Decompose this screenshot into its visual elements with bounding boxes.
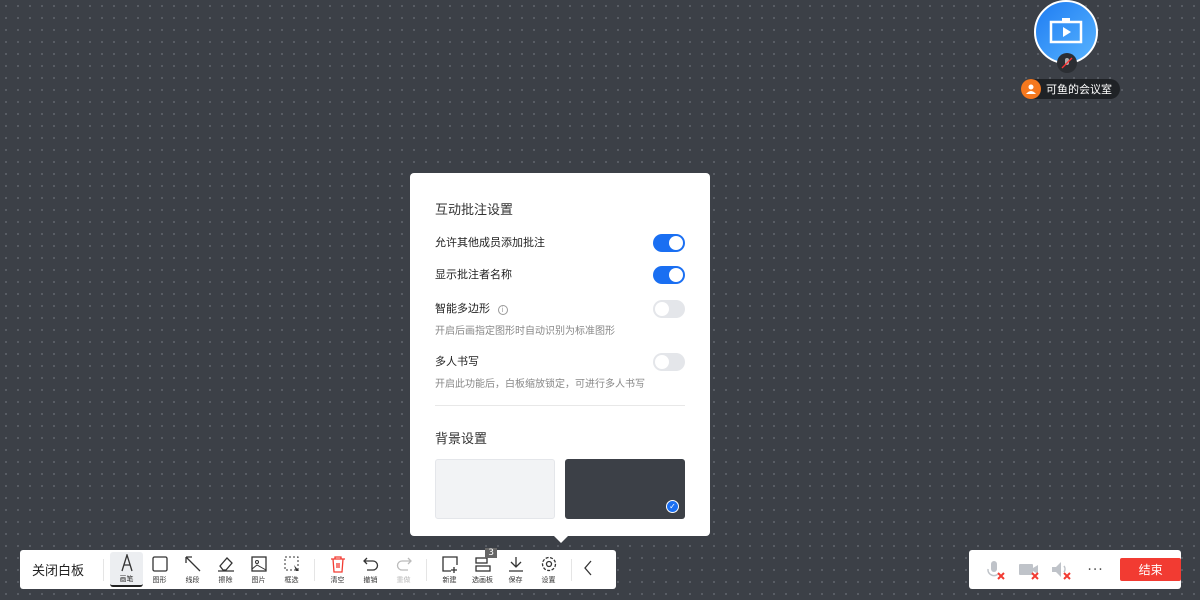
- multi-writing-toggle[interactable]: [653, 353, 685, 371]
- camera-off-icon: [1017, 560, 1041, 580]
- background-title: 背景设置: [435, 428, 685, 447]
- tool-label: 图片: [252, 575, 266, 585]
- mic-off-icon: [985, 560, 1007, 580]
- undo-button[interactable]: 撤销: [354, 552, 387, 587]
- whiteboard-toolbar: 关闭白板 画笔 图形 线段 擦除 图片 框选 清空 撤销 重做 新建 选画板3 …: [20, 550, 616, 589]
- pen-tool[interactable]: 画笔: [110, 552, 143, 587]
- collapse-toolbar-button[interactable]: [578, 560, 598, 580]
- arrow-icon: [184, 555, 202, 573]
- tool-label: 新建: [443, 575, 457, 585]
- square-icon: [151, 555, 169, 573]
- speaker-button[interactable]: [1046, 560, 1079, 580]
- pen-icon: [118, 554, 136, 572]
- gear-icon: [540, 555, 558, 573]
- line-tool[interactable]: 线段: [176, 552, 209, 587]
- end-meeting-button[interactable]: 结束: [1120, 558, 1181, 581]
- divider: [435, 405, 685, 406]
- eraser-icon: [217, 555, 235, 573]
- add-board-icon: [441, 555, 459, 573]
- redo-icon: [395, 555, 413, 573]
- smart-polygon-toggle[interactable]: [653, 300, 685, 318]
- clear-button[interactable]: 清空: [321, 552, 354, 587]
- setting-label: 多人书写: [435, 353, 645, 369]
- shape-tool[interactable]: 图形: [143, 552, 176, 587]
- close-whiteboard-button[interactable]: 关闭白板: [20, 560, 97, 579]
- image-tool[interactable]: 图片: [242, 552, 275, 587]
- camera-button[interactable]: [1012, 560, 1045, 580]
- mic-muted-icon: [1061, 57, 1073, 69]
- user-icon: [1021, 79, 1041, 99]
- marquee-select-icon: [283, 555, 301, 573]
- tool-label: 擦除: [219, 575, 233, 585]
- settings-button[interactable]: 设置: [532, 552, 565, 587]
- divider: [571, 559, 572, 581]
- select-board-button[interactable]: 选画板3: [466, 552, 499, 587]
- tool-label: 图形: [153, 575, 167, 585]
- mic-muted-badge: [1057, 53, 1077, 73]
- more-button[interactable]: ···: [1079, 562, 1112, 578]
- screen-share-icon: [1049, 17, 1083, 47]
- setting-desc: 开启后画指定图形时自动识别为标准图形: [435, 322, 615, 337]
- participant-name: 可鱼的会议室: [1046, 81, 1112, 97]
- trash-icon: [329, 555, 347, 573]
- panel-title: 互动批注设置: [435, 199, 685, 218]
- tool-label: 设置: [542, 575, 556, 585]
- eraser-tool[interactable]: 擦除: [209, 552, 242, 587]
- dark-background-option[interactable]: ✓: [565, 459, 685, 519]
- allow-annotation-toggle[interactable]: [653, 234, 685, 252]
- tool-label: 重做: [397, 575, 411, 585]
- tool-label: 选画板: [472, 575, 493, 585]
- tool-label: 线段: [186, 575, 200, 585]
- download-icon: [507, 555, 525, 573]
- meeting-controls: ··· 结束: [969, 550, 1181, 589]
- board-count-badge: 3: [485, 548, 497, 558]
- tool-label: 框选: [285, 575, 299, 585]
- setting-label: 显示批注者名称: [435, 266, 512, 282]
- new-board-button[interactable]: 新建: [433, 552, 466, 587]
- tool-label: 撤销: [364, 575, 378, 585]
- divider: [426, 559, 427, 581]
- tool-label: 保存: [509, 575, 523, 585]
- light-background-option[interactable]: [435, 459, 555, 519]
- redo-button[interactable]: 重做: [387, 552, 420, 587]
- select-tool[interactable]: 框选: [275, 552, 308, 587]
- show-name-toggle[interactable]: [653, 266, 685, 284]
- mic-button[interactable]: [979, 560, 1012, 580]
- undo-icon: [362, 555, 380, 573]
- image-icon: [250, 555, 268, 573]
- setting-label: 智能多边形: [435, 302, 490, 315]
- chevron-left-icon: [583, 560, 593, 576]
- info-icon[interactable]: i: [498, 305, 508, 315]
- divider: [103, 559, 104, 581]
- check-icon: ✓: [666, 500, 679, 513]
- participant-name-chip: 可鱼的会议室: [1021, 79, 1120, 99]
- annotation-settings-panel: 互动批注设置 允许其他成员添加批注 显示批注者名称 智能多边形 i 开启后画指定图…: [410, 173, 710, 536]
- setting-label: 允许其他成员添加批注: [435, 234, 545, 250]
- divider: [314, 559, 315, 581]
- tool-label: 画笔: [120, 574, 134, 584]
- setting-desc: 开启此功能后，白板缩放锁定，可进行多人书写: [435, 375, 645, 390]
- tool-label: 清空: [331, 575, 345, 585]
- save-button[interactable]: 保存: [499, 552, 532, 587]
- speaker-off-icon: [1050, 560, 1074, 580]
